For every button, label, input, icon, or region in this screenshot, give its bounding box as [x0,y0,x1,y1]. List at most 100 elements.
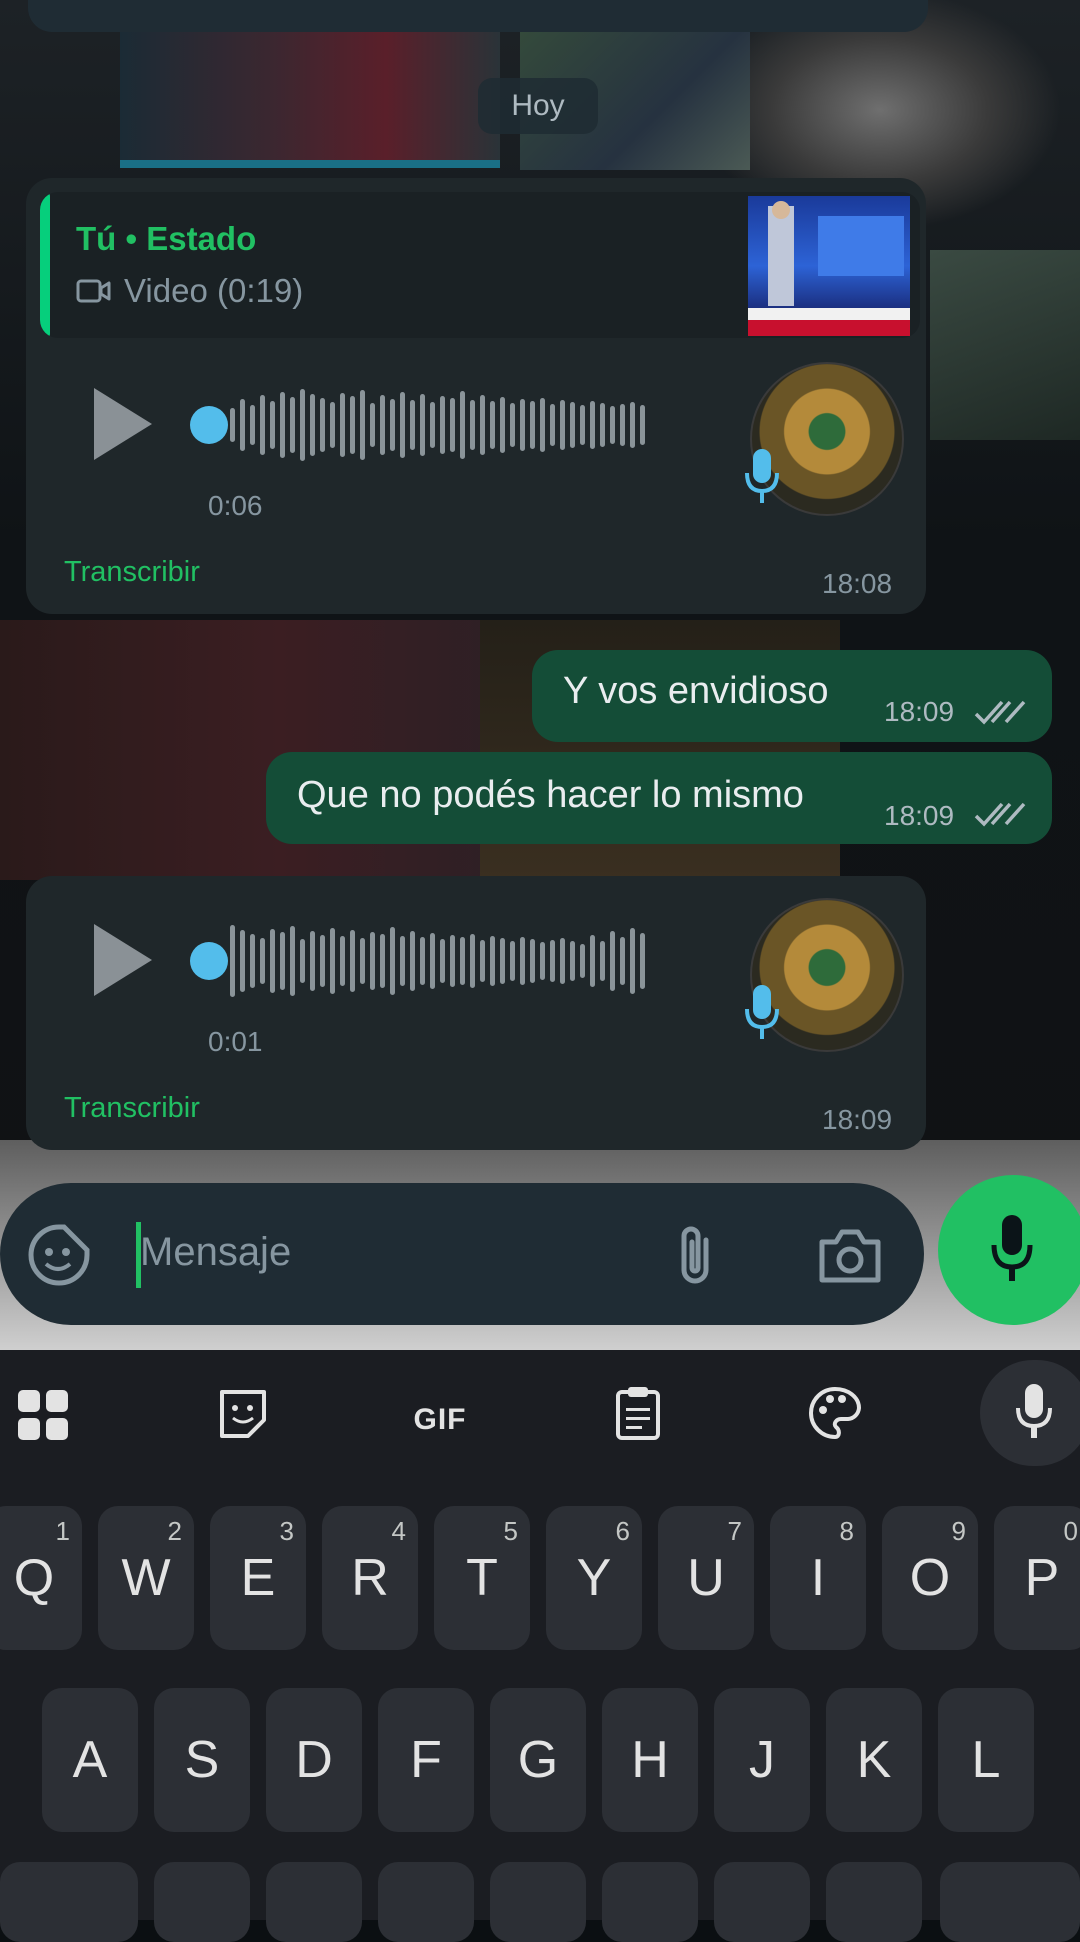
key-number-hint: 4 [391,1516,406,1546]
voice-progress-dot[interactable] [190,942,228,980]
mic-icon [991,1215,1033,1281]
transcribe-link[interactable]: Transcribir [64,1092,200,1125]
voice-waveform[interactable] [230,380,645,470]
key-label: Q [13,1549,55,1607]
key-label: R [351,1549,389,1607]
waveform-bar [360,390,365,460]
waveform-bar [500,397,505,453]
transcribe-link[interactable]: Transcribir [64,556,200,589]
waveform-bar [540,942,545,980]
waveform-bar [300,939,305,983]
key-h[interactable]: H [602,1688,698,1832]
key-s[interactable]: S [154,1688,250,1832]
key-q[interactable]: Q1 [0,1506,82,1650]
key-label: K [856,1731,892,1789]
backspace-key[interactable] [940,1862,1080,1942]
waveform-bar [620,937,625,985]
clipboard-icon[interactable] [614,1384,662,1442]
keyboard-voice-button[interactable] [980,1360,1080,1466]
key-e[interactable]: E3 [210,1506,306,1650]
waveform-bar [470,400,475,450]
waveform-bar [440,939,445,983]
key-r[interactable]: R4 [322,1506,418,1650]
waveform-bar [450,398,455,452]
key-a[interactable]: A [42,1688,138,1832]
waveform-bar [520,399,525,451]
waveform-bar [580,405,585,445]
voice-duration: 0:01 [208,1026,263,1057]
key-i[interactable]: I8 [770,1506,866,1650]
key-number-hint: 1 [55,1516,70,1546]
key-g[interactable]: G [490,1688,586,1832]
waveform-bar [530,401,535,449]
mic-icon [745,449,779,503]
key-label: W [121,1549,171,1607]
key-number-hint: 6 [615,1516,630,1546]
key-l[interactable]: L [938,1688,1034,1832]
waveform-bar [370,932,375,990]
palette-icon[interactable] [808,1386,862,1440]
gif-button[interactable]: GIF [410,1390,470,1450]
waveform-bar [350,930,355,992]
key[interactable] [490,1862,586,1942]
key-o[interactable]: O9 [882,1506,978,1650]
waveform-bar [460,937,465,985]
quoted-status[interactable]: Tú • Estado Video (0:19) [40,192,920,338]
waveform-bar [240,399,245,451]
waveform-bar [620,404,625,446]
play-button[interactable] [94,388,152,460]
key-t[interactable]: T5 [434,1506,530,1650]
waveform-bar [560,400,565,450]
shift-key[interactable] [0,1862,138,1942]
waveform-bar [610,931,615,991]
waveform-bar [510,941,515,981]
key-label: D [295,1731,333,1789]
key-y[interactable]: Y6 [546,1506,642,1650]
play-button[interactable] [94,924,152,996]
key-d[interactable]: D [266,1688,362,1832]
key-j[interactable]: J [714,1688,810,1832]
waveform-bar [400,392,405,458]
wallpaper-photo [120,30,500,168]
mic-icon [1016,1384,1052,1438]
waveform-bar [340,936,345,986]
waveform-bar [490,401,495,449]
key-u[interactable]: U7 [658,1506,754,1650]
key-number-hint: 9 [951,1516,966,1546]
attach-icon[interactable] [672,1222,718,1288]
waveform-bar [600,941,605,981]
key-label: A [72,1731,108,1789]
waveform-bar [480,395,485,455]
key-p[interactable]: P0 [994,1506,1080,1650]
waveform-bar [330,928,335,994]
message-time: 18:09 [822,1104,893,1135]
voice-waveform[interactable] [230,916,645,1006]
mic-icon [745,985,779,1039]
key[interactable] [154,1862,250,1942]
key[interactable] [826,1862,922,1942]
message-input[interactable]: Mensaje [140,1230,291,1275]
key-k[interactable]: K [826,1688,922,1832]
waveform-bar [360,938,365,984]
record-voice-button[interactable] [938,1175,1080,1325]
key-w[interactable]: W2 [98,1506,194,1650]
key-number-hint: 5 [503,1516,518,1546]
key-label: O [909,1549,951,1607]
waveform-bar [460,391,465,459]
apps-grid-icon[interactable] [16,1388,70,1442]
key[interactable] [602,1862,698,1942]
key-f[interactable]: F [378,1688,474,1832]
sticker-icon[interactable] [26,1222,92,1288]
camera-icon[interactable] [816,1226,884,1286]
waveform-bar [390,927,395,995]
key-label: H [631,1731,669,1789]
quote-accent-bar [40,192,50,338]
sticker-icon[interactable] [218,1388,268,1440]
key[interactable] [378,1862,474,1942]
voice-progress-dot[interactable] [190,406,228,444]
waveform-bar [420,937,425,985]
key[interactable] [714,1862,810,1942]
key[interactable] [266,1862,362,1942]
waveform-bar [270,401,275,449]
waveform-bar [320,935,325,987]
